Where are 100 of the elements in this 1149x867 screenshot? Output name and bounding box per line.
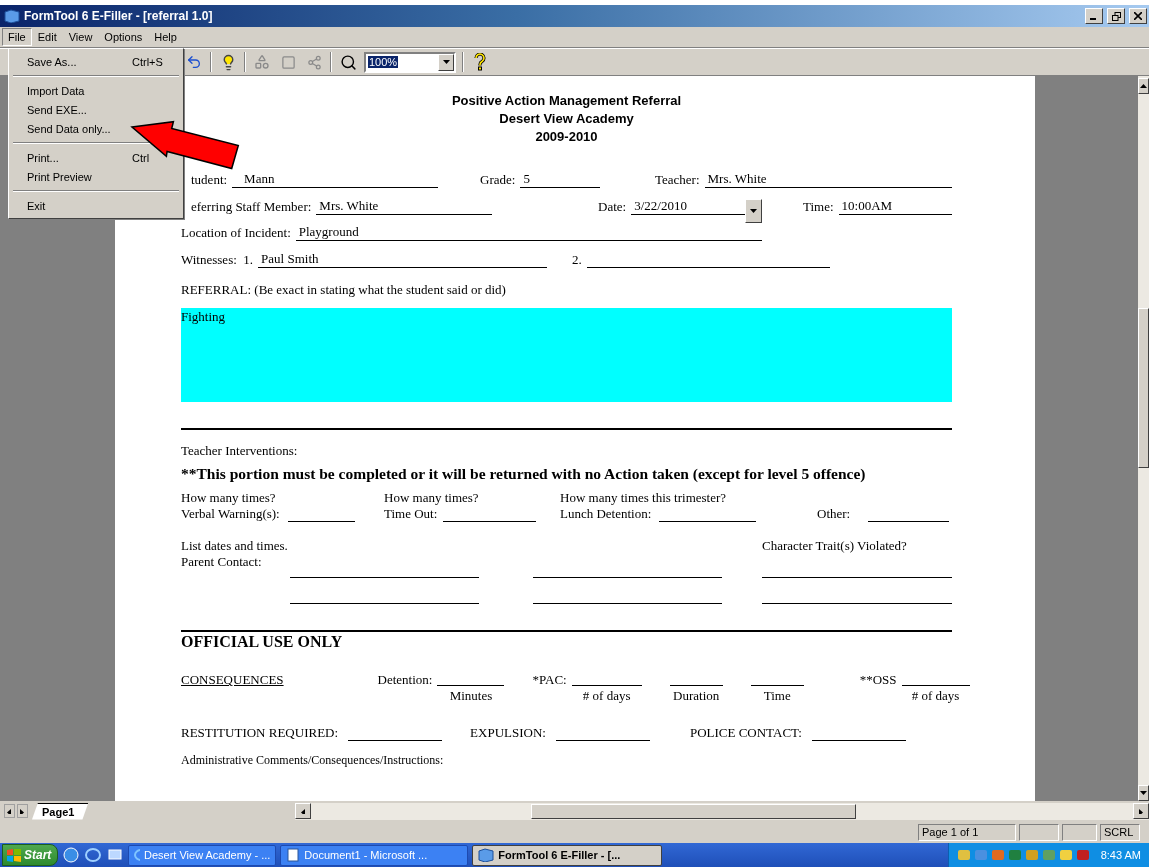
referral-text-area[interactable]: Fighting bbox=[181, 308, 952, 402]
scroll-lock-indicator: SCRL bbox=[1100, 823, 1140, 841]
input-field[interactable]: 5 bbox=[520, 172, 600, 188]
field-label: RESTITUTION REQUIRED: bbox=[181, 725, 339, 741]
taskbar-button[interactable]: Desert View Academy - ... bbox=[128, 844, 277, 866]
menu-item[interactable]: View bbox=[62, 28, 99, 46]
field-label: Character Trait(s) Violated? bbox=[762, 538, 908, 554]
field-label: **OSS bbox=[859, 672, 897, 688]
field-label: *PAC: bbox=[532, 672, 567, 688]
app-icon bbox=[4, 9, 20, 23]
notice-text: **This portion must be completed or it will be returned with no Action taken (except for level 5 offence) bbox=[181, 465, 867, 483]
input-field[interactable]: Mrs. White bbox=[704, 172, 952, 188]
field-label: tudent: bbox=[191, 172, 228, 188]
question-text: How many times this trimester? bbox=[560, 490, 727, 506]
input-field[interactable]: Playground bbox=[295, 225, 762, 241]
date-dropdown-button[interactable] bbox=[745, 199, 762, 223]
scroll-thumb[interactable] bbox=[1138, 308, 1149, 468]
taskbar-button[interactable]: FormTool 6 E-Filler - [... bbox=[472, 844, 663, 866]
input-field[interactable]: Mann bbox=[232, 172, 438, 188]
scroll-left-button[interactable] bbox=[295, 803, 312, 819]
next-page-button[interactable] bbox=[17, 804, 28, 818]
field-label: EXPULSION: bbox=[470, 725, 546, 741]
input-field[interactable]: Paul Smith bbox=[258, 252, 547, 268]
field-label: 2. bbox=[572, 252, 582, 268]
caret-down-icon bbox=[442, 59, 450, 65]
field-label: Administrative Comments/Consequences/Instructions: bbox=[181, 752, 444, 768]
left-triangle-icon bbox=[299, 808, 307, 814]
menu-entry[interactable]: Exit bbox=[11, 196, 136, 215]
menu-item[interactable]: Options bbox=[98, 28, 149, 46]
menu-item[interactable]: File bbox=[2, 28, 32, 46]
document-icon bbox=[286, 848, 301, 862]
scroll-up-button[interactable] bbox=[1138, 78, 1149, 94]
window-title: FormTool 6 E-Filler - [referral 1.0] bbox=[24, 9, 214, 23]
form-title: Positive Action Management Referral bbox=[450, 92, 683, 110]
right-triangle-icon bbox=[1137, 808, 1145, 814]
field-label: Time: bbox=[803, 199, 834, 215]
field-caption: Minutes bbox=[449, 688, 493, 704]
input-field[interactable]: Mrs. White bbox=[316, 199, 492, 215]
page-tab[interactable]: Page1 bbox=[32, 802, 89, 820]
close-icon bbox=[1134, 12, 1142, 20]
start-button[interactable]: Start bbox=[2, 844, 59, 866]
clock: 8:43 AM bbox=[1100, 849, 1141, 861]
field-label: POLICE CONTACT: bbox=[689, 725, 802, 741]
horizontal-scrollbar[interactable] bbox=[295, 802, 1149, 820]
input-field[interactable]: 10:00AM bbox=[838, 199, 952, 215]
field-caption: Time bbox=[763, 688, 791, 704]
browser-icon[interactable] bbox=[84, 846, 103, 864]
menu-item[interactable]: Help bbox=[148, 28, 183, 46]
field-label: Grade: bbox=[480, 172, 516, 188]
previous-page-button[interactable] bbox=[4, 804, 15, 818]
globe-icon[interactable] bbox=[62, 846, 81, 864]
right-triangle-icon bbox=[19, 808, 26, 814]
page-indicator: Page 1 of 1 bbox=[918, 823, 1016, 841]
status-panel bbox=[1062, 823, 1097, 841]
browser-icon bbox=[134, 848, 140, 862]
zoom-combo-box[interactable]: 100% bbox=[364, 51, 456, 73]
menu-entry[interactable]: Print... Ctrl bbox=[11, 148, 154, 167]
field-label: Date: bbox=[598, 199, 627, 215]
left-triangle-icon bbox=[6, 808, 13, 814]
restore-icon bbox=[1111, 11, 1121, 21]
scroll-thumb[interactable] bbox=[531, 803, 857, 819]
instruction-text: List dates and times. bbox=[181, 538, 288, 554]
field-label: Time Out: bbox=[384, 506, 438, 522]
dropdown-button[interactable] bbox=[438, 53, 454, 71]
form-title: Desert View Academy bbox=[498, 110, 635, 128]
question-text: How many times? bbox=[181, 490, 276, 506]
caret-down-icon bbox=[750, 208, 757, 214]
question-text: How many times? bbox=[384, 490, 479, 506]
search-icon[interactable] bbox=[338, 52, 358, 72]
field-caption: # of days bbox=[911, 688, 960, 704]
taskbar-button[interactable]: Document1 - Microsoft ... bbox=[280, 844, 469, 866]
field-label: Detention: bbox=[377, 672, 433, 688]
field-label: Parent Contact: bbox=[181, 554, 262, 570]
field-label: Other: bbox=[817, 506, 851, 522]
field-caption: Duration bbox=[673, 688, 720, 704]
field-label: Witnesses: 1. bbox=[181, 252, 254, 268]
field-caption: # of days bbox=[582, 688, 631, 704]
vertical-scrollbar[interactable] bbox=[1138, 76, 1149, 801]
up-triangle-icon bbox=[1140, 83, 1147, 89]
scroll-right-button[interactable] bbox=[1133, 803, 1149, 819]
app-icon bbox=[478, 848, 495, 862]
status-panel bbox=[1019, 823, 1059, 841]
menu-entry[interactable]: Import Data bbox=[11, 81, 136, 100]
menu-entry[interactable]: Send Data only... bbox=[11, 119, 136, 138]
menu-entry[interactable]: Save As... Ctrl+S bbox=[11, 52, 167, 71]
restore-button[interactable] bbox=[1107, 8, 1125, 24]
form-title: 2009-2010 bbox=[534, 128, 599, 146]
field-label: Location of Incident: bbox=[181, 225, 291, 241]
field-label: eferring Staff Member: bbox=[191, 199, 312, 215]
referral-label: REFERRAL: (Be exact in stating what the student said or did) bbox=[181, 281, 507, 299]
section-heading: OFFICIAL USE ONLY bbox=[181, 633, 344, 651]
menu-entry[interactable]: Print Preview bbox=[11, 167, 136, 186]
menu-entry[interactable]: Send EXE... bbox=[11, 100, 136, 119]
scroll-down-button[interactable] bbox=[1138, 785, 1149, 801]
minimize-button[interactable] bbox=[1085, 8, 1103, 24]
windows-flag-icon bbox=[7, 848, 21, 862]
field-label: Lunch Detention: bbox=[560, 506, 652, 522]
close-button[interactable] bbox=[1129, 8, 1147, 24]
section-label: CONSEQUENCES bbox=[181, 672, 284, 689]
menu-item[interactable]: Edit bbox=[31, 28, 63, 46]
